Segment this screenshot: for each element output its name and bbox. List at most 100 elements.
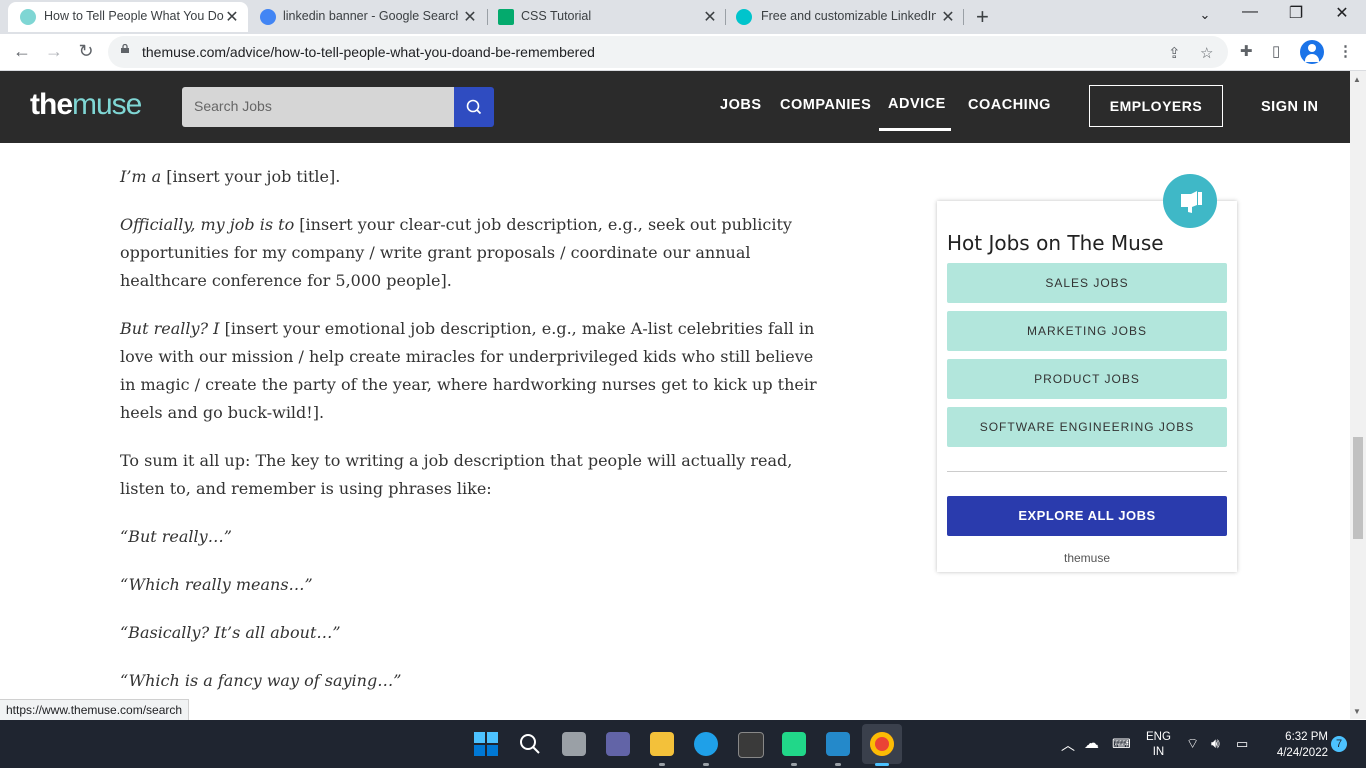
nav-companies[interactable]: COMPANIES [780,97,871,113]
close-tab-icon[interactable]: ✕ [222,7,242,27]
tab-title: Free and customizable LinkedIn b [761,9,936,23]
chrome-browser-icon[interactable] [870,732,894,756]
quote-text: “Which really means…” [120,575,313,594]
marketing-jobs-button[interactable]: MARKETING JOBS [947,311,1227,351]
article-paragraph: I’m a [insert your job title]. [120,163,830,191]
keyboard-icon[interactable]: ⌨ [1112,736,1131,752]
url-text: themuse.com/advice/how-to-tell-people-wh… [142,44,595,60]
lock-icon [121,44,129,53]
hot-jobs-widget: Hot Jobs on The Muse SALES JOBS MARKETIN… [937,201,1237,572]
restore-window-icon[interactable]: ❐ [1273,3,1319,23]
terminal-icon[interactable] [738,732,764,758]
nav-coaching[interactable]: COACHING [968,97,1051,113]
tab-css-tutorial[interactable]: CSS Tutorial ✕ [488,2,724,32]
w3schools-favicon-icon [498,9,514,25]
bookmark-star-icon[interactable]: ☆ [1200,44,1213,62]
italic-lead: I’m a [120,167,162,186]
paragraph-text: [insert your emotional job description, … [120,319,817,422]
windows-start-icon[interactable] [474,732,498,756]
scrollbar-thumb[interactable] [1353,437,1363,539]
back-arrow-icon[interactable]: ← [10,41,34,62]
address-bar[interactable]: themuse.com/advice/how-to-tell-people-wh… [108,36,1228,68]
logo-bold: the [30,88,73,121]
app-indicator [703,763,709,766]
file-explorer-icon[interactable] [650,732,674,756]
tab-linkedin-banner-search[interactable]: linkedin banner - Google Search ✕ [250,2,486,32]
extensions-puzzle-icon[interactable]: ✚ [1240,42,1253,60]
quote-phrase: “Which is a fancy way of saying…” [120,667,830,695]
page-scrollbar[interactable]: ▲ ▼ [1350,71,1366,719]
side-panel-icon[interactable]: ▯ [1272,42,1280,60]
search-placeholder: Search Jobs [194,98,272,114]
article-paragraph: To sum it all up: The key to writing a j… [120,451,793,498]
search-button[interactable] [454,87,494,127]
sales-jobs-button[interactable]: SALES JOBS [947,263,1227,303]
widget-divider [947,471,1227,472]
article-body: I’m a [insert your job title]. Officiall… [120,163,830,715]
scroll-down-arrow-icon[interactable]: ▼ [1353,707,1361,716]
search-icon [466,99,482,115]
quote-text: “But really…” [120,527,232,546]
search-icon[interactable] [518,732,542,756]
close-tab-icon[interactable]: ✕ [460,7,480,27]
sign-in-link[interactable]: SIGN IN [1261,99,1318,115]
battery-icon[interactable]: ▭ [1236,736,1248,752]
employers-button[interactable]: EMPLOYERS [1089,85,1223,127]
language-indicator[interactable]: ENG IN [1146,730,1171,760]
article-paragraph: Officially, my job is to [insert your cl… [120,211,830,295]
product-jobs-button[interactable]: PRODUCT JOBS [947,359,1227,399]
edge-browser-icon[interactable] [694,732,718,756]
forward-arrow-icon[interactable]: → [42,41,66,62]
site-header: themuse Search Jobs JOBS COMPANIES ADVIC… [0,71,1350,143]
logo-light: muse [72,88,142,121]
onedrive-cloud-icon[interactable]: ☁ [1084,734,1099,752]
software-engineering-jobs-button[interactable]: SOFTWARE ENGINEERING JOBS [947,407,1227,447]
tab-title: How to Tell People What You Do [44,9,224,23]
hand-icon [1181,191,1202,213]
wifi-icon[interactable]: ⌔ [1186,735,1199,753]
article-paragraph: But really? I [insert your emotional job… [120,315,830,427]
link-status-bubble: https://www.themuse.com/search [0,699,190,720]
profile-avatar-icon[interactable] [1300,40,1324,64]
nav-jobs[interactable]: JOBS [720,97,762,113]
canva-favicon-icon [736,9,752,25]
close-tab-icon[interactable]: ✕ [700,7,720,27]
vscode-icon[interactable] [826,732,850,756]
region-code: IN [1152,746,1165,758]
widget-title: Hot Jobs on The Muse [947,231,1164,255]
reload-icon[interactable]: ↻ [74,41,98,62]
browser-toolbar: ← → ↻ themuse.com/advice/how-to-tell-peo… [0,34,1366,71]
teams-chat-icon[interactable] [606,732,630,756]
new-tab-plus-icon[interactable]: + [976,4,989,30]
tab-free-customizable-linkedin[interactable]: Free and customizable LinkedIn b ✕ [726,2,962,32]
close-window-icon[interactable]: ✕ [1319,3,1365,23]
quote-phrase: “But really…” [120,523,830,551]
volume-icon[interactable]: 🔊︎ [1211,735,1220,752]
tab-search-chevron-icon[interactable]: ⌄ [1182,7,1228,23]
quote-text: “Basically? It’s all about…” [120,623,341,642]
paragraph-text: [insert your job title]. [161,167,341,186]
active-nav-underline [879,128,951,131]
pycharm-icon[interactable] [782,732,806,756]
tab-how-to-tell-people[interactable]: How to Tell People What You Do ✕ [8,2,248,32]
scroll-up-arrow-icon[interactable]: ▲ [1353,75,1361,84]
minimize-window-icon[interactable]: — [1227,3,1273,21]
italic-lead: But really? I [120,319,220,338]
close-tab-icon[interactable]: ✕ [938,7,958,27]
thumbs-down-badge-icon[interactable] [1163,174,1217,228]
menu-kebab-icon[interactable]: ⋮ [1338,42,1353,60]
notification-count-badge[interactable]: 7 [1331,736,1347,752]
task-view-icon[interactable] [562,732,586,756]
nav-advice[interactable]: ADVICE [888,96,946,112]
clock[interactable]: 6:32 PM 4/24/2022 [1260,729,1328,761]
explore-all-jobs-button[interactable]: EXPLORE ALL JOBS [947,496,1227,536]
search-jobs-input[interactable]: Search Jobs [182,87,454,127]
tab-title: CSS Tutorial [521,9,592,23]
widget-footer-logo: themuse [1063,551,1111,565]
share-icon[interactable]: ⇪ [1168,44,1181,62]
show-hidden-icons-chevron-icon[interactable]: ︿ [1061,735,1075,755]
quote-text: “Which is a fancy way of saying…” [120,671,402,690]
tab-title: linkedin banner - Google Search [283,9,458,23]
google-favicon-icon [260,9,276,25]
themuse-logo[interactable]: themuse [30,88,142,122]
